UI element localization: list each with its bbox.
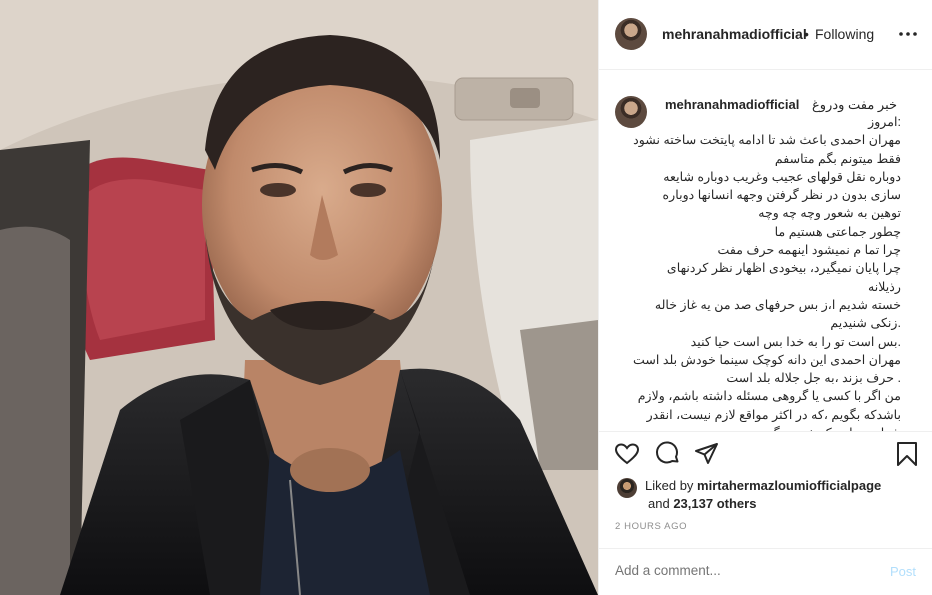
comment-input[interactable] <box>615 563 865 578</box>
comment-bar: Post <box>599 548 932 595</box>
post-header: mehranahmadiofficial • Following <box>599 0 932 70</box>
comment-icon[interactable] <box>653 440 681 468</box>
caption-line: .زنکی شنیدیم <box>830 316 901 331</box>
liked-by-text: Liked by mirtahermazloumiofficialpage <box>645 478 881 493</box>
following-button[interactable]: Following <box>815 26 874 42</box>
caption-line: مهران احمدی باعث شد تا ادامه پایتخت ساخت… <box>633 133 901 148</box>
caption-line: چرا تما م نمیشود اینهمه حرف مفت <box>717 243 902 258</box>
heart-icon[interactable] <box>613 440 641 468</box>
author-username[interactable]: mehranahmadiofficial <box>662 26 807 42</box>
caption-line: دوباره نقل قولهای عجیب وغریب دوباره شایع… <box>663 169 901 184</box>
liker-avatar[interactable] <box>617 478 637 498</box>
caption-line: چرا پایان نمیگیرد، بیخودی اظهار نظر کردن… <box>666 261 901 276</box>
caption-line: چطور جماعتی هستیم ما <box>774 224 901 239</box>
author-avatar[interactable] <box>615 18 647 50</box>
caption-line: :امروز <box>868 115 901 129</box>
post-image[interactable] <box>0 0 598 595</box>
caption-line: .بس است تو را به خدا بس است حیا کنید <box>690 334 901 349</box>
liker-username[interactable]: mirtahermazloumiofficialpage <box>697 478 881 493</box>
caption-line: خسته شدیم ا،ز بس حرفهای صد من یه غاز خال… <box>654 297 901 312</box>
post-actions: Liked by mirtahermazloumiofficialpage an… <box>599 431 932 532</box>
caption-line: سازی بدون در نظر گرفتن وجهه انسانها دوبا… <box>662 188 901 203</box>
caption-avatar[interactable] <box>615 96 647 128</box>
caption-area: mehranahmadiofficial خبر مفت ودروغ :امرو… <box>599 71 932 431</box>
caption-line: . حرف بزند ،به جل جلاله بلد است <box>726 371 901 386</box>
caption-line: توهین به شعور وچه چه وچه <box>758 206 901 221</box>
caption-line: مهران احمدی این دانه کوچک سینما خودش بلد… <box>632 352 901 367</box>
post-button[interactable]: Post <box>890 564 916 579</box>
caption-text: :امروز مهران احمدی باعث شد تا ادامه پایتخ… <box>632 113 902 431</box>
liked-by-prefix: Liked by <box>645 478 694 493</box>
caption-line: فقط میتونم بگم متاسفم <box>774 151 901 166</box>
post-timestamp[interactable]: 2 HOURS AGO <box>615 521 687 532</box>
caption-line: رذیلانه <box>868 279 901 294</box>
post-panel: mehranahmadiofficial • Following mehrana… <box>598 0 932 595</box>
more-options-icon[interactable] <box>895 24 921 44</box>
bookmark-icon[interactable] <box>893 440 921 468</box>
selfie-photo <box>0 0 598 595</box>
likes-and: and <box>648 496 670 511</box>
caption-username[interactable]: mehranahmadiofficial <box>665 97 799 112</box>
separator-dot: • <box>804 26 809 42</box>
caption-line: من اگر با کسی یا گروهی مسئله داشته باشم،… <box>637 389 901 404</box>
share-icon[interactable] <box>693 440 721 468</box>
caption-line: شهامت دارم که خودم بگویم <box>657 424 901 431</box>
likes-count-text: and 23,137 others <box>648 496 756 511</box>
caption-line: باشدکه بگویم ،که در اکثر مواقع لازم نیست… <box>646 407 901 422</box>
likes-count[interactable]: 23,137 others <box>673 496 756 511</box>
caption-first-line: خبر مفت ودروغ <box>812 97 898 112</box>
